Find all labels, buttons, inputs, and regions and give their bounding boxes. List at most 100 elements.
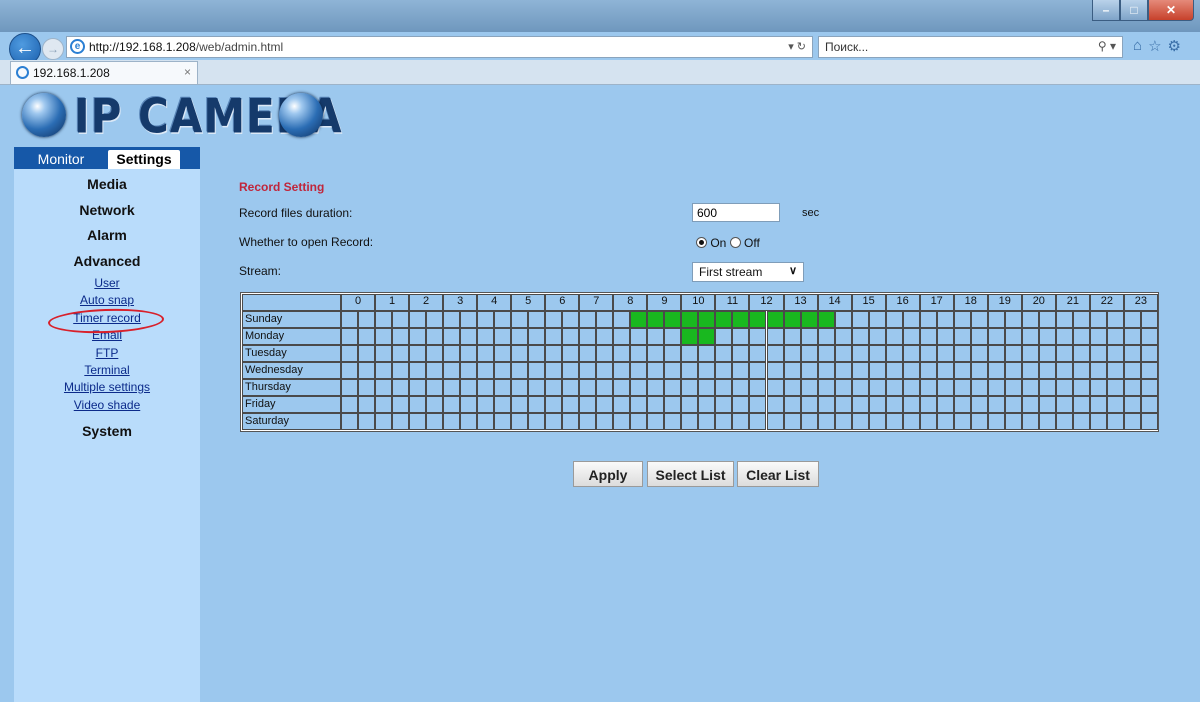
hour-header[interactable]: 10	[681, 294, 716, 311]
schedule-slot[interactable]	[647, 413, 665, 430]
schedule-slot[interactable]	[579, 413, 597, 430]
schedule-slot[interactable]	[834, 396, 852, 413]
schedule-slot[interactable]	[953, 311, 971, 328]
schedule-slot[interactable]	[987, 379, 1005, 396]
schedule-slot[interactable]	[766, 328, 784, 345]
schedule-slot[interactable]	[613, 328, 631, 345]
nav-system[interactable]: System	[14, 423, 200, 439]
schedule-slot[interactable]	[1004, 396, 1022, 413]
nav-alarm[interactable]: Alarm	[14, 227, 200, 243]
schedule-slot[interactable]	[392, 311, 410, 328]
schedule-slot[interactable]	[749, 379, 767, 396]
schedule-slot[interactable]	[511, 396, 529, 413]
hour-header[interactable]: 18	[953, 294, 988, 311]
url-text[interactable]: http://192.168.1.208/web/admin.html	[89, 40, 283, 54]
schedule-slot[interactable]	[749, 328, 767, 345]
schedule-slot[interactable]	[579, 362, 597, 379]
schedule-slot[interactable]	[511, 362, 529, 379]
nav-network[interactable]: Network	[14, 202, 200, 218]
schedule-slot[interactable]	[800, 413, 818, 430]
schedule-slot[interactable]	[528, 396, 546, 413]
schedule-slot[interactable]	[885, 345, 903, 362]
schedule-slot[interactable]	[1021, 311, 1039, 328]
hour-header[interactable]: 16	[885, 294, 920, 311]
schedule-slot[interactable]	[783, 345, 801, 362]
schedule-slot[interactable]	[868, 311, 886, 328]
schedule-slot[interactable]	[630, 328, 648, 345]
schedule-slot[interactable]	[409, 379, 427, 396]
schedule-slot[interactable]	[953, 362, 971, 379]
schedule-slot[interactable]	[732, 396, 750, 413]
schedule-slot[interactable]	[766, 311, 784, 328]
schedule-slot[interactable]	[613, 396, 631, 413]
schedule-slot[interactable]	[647, 362, 665, 379]
schedule-slot[interactable]	[987, 362, 1005, 379]
schedule-slot[interactable]	[1140, 362, 1158, 379]
schedule-slot[interactable]	[494, 396, 512, 413]
schedule-slot[interactable]	[596, 379, 614, 396]
hour-header[interactable]: 13	[783, 294, 818, 311]
schedule-slot[interactable]	[630, 396, 648, 413]
schedule-slot[interactable]	[579, 328, 597, 345]
forward-arrow-icon[interactable]: →	[42, 38, 64, 60]
hour-header[interactable]: 1	[375, 294, 410, 311]
schedule-slot[interactable]	[460, 362, 478, 379]
schedule-slot[interactable]	[681, 345, 699, 362]
hour-header[interactable]: 12	[749, 294, 784, 311]
schedule-slot[interactable]	[970, 413, 988, 430]
schedule-slot[interactable]	[494, 328, 512, 345]
schedule-slot[interactable]	[715, 345, 733, 362]
schedule-slot[interactable]	[919, 345, 937, 362]
schedule-slot[interactable]	[919, 379, 937, 396]
schedule-slot[interactable]	[970, 396, 988, 413]
schedule-slot[interactable]	[698, 311, 716, 328]
schedule-slot[interactable]	[885, 379, 903, 396]
schedule-slot[interactable]	[375, 345, 393, 362]
schedule-slot[interactable]	[1021, 379, 1039, 396]
schedule-slot[interactable]	[800, 345, 818, 362]
schedule-slot[interactable]	[664, 345, 682, 362]
schedule-slot[interactable]	[902, 311, 920, 328]
schedule-slot[interactable]	[545, 379, 563, 396]
schedule-slot[interactable]	[698, 396, 716, 413]
schedule-slot[interactable]	[851, 328, 869, 345]
schedule-slot[interactable]	[987, 328, 1005, 345]
schedule-slot[interactable]	[392, 328, 410, 345]
hour-header[interactable]: 2	[409, 294, 444, 311]
schedule-slot[interactable]	[817, 396, 835, 413]
schedule-slot[interactable]	[919, 413, 937, 430]
schedule-slot[interactable]	[596, 311, 614, 328]
schedule-slot[interactable]	[1123, 413, 1141, 430]
hour-header[interactable]: 4	[477, 294, 512, 311]
schedule-slot[interactable]	[1004, 328, 1022, 345]
schedule-slot[interactable]	[715, 362, 733, 379]
schedule-slot[interactable]	[936, 345, 954, 362]
gear-icon[interactable]: ⚙	[1168, 37, 1181, 55]
schedule-slot[interactable]	[528, 311, 546, 328]
schedule-slot[interactable]	[817, 328, 835, 345]
schedule-slot[interactable]	[579, 311, 597, 328]
schedule-slot[interactable]	[341, 362, 359, 379]
schedule-slot[interactable]	[885, 413, 903, 430]
schedule-slot[interactable]	[1038, 345, 1056, 362]
schedule-slot[interactable]	[1140, 413, 1158, 430]
schedule-slot[interactable]	[783, 328, 801, 345]
schedule-slot[interactable]	[630, 311, 648, 328]
schedule-slot[interactable]	[919, 328, 937, 345]
schedule-slot[interactable]	[868, 328, 886, 345]
schedule-slot[interactable]	[392, 345, 410, 362]
search-input[interactable]: Поиск... ⚲ ▾	[818, 36, 1123, 58]
schedule-slot[interactable]	[902, 345, 920, 362]
schedule-slot[interactable]	[936, 396, 954, 413]
schedule-slot[interactable]	[817, 413, 835, 430]
schedule-slot[interactable]	[426, 362, 444, 379]
schedule-slot[interactable]	[1038, 396, 1056, 413]
schedule-slot[interactable]	[1004, 345, 1022, 362]
schedule-slot[interactable]	[1140, 379, 1158, 396]
schedule-slot[interactable]	[1106, 345, 1124, 362]
nav-media[interactable]: Media	[14, 176, 200, 192]
schedule-slot[interactable]	[885, 396, 903, 413]
select-list-button[interactable]: Select List	[647, 461, 734, 487]
schedule-slot[interactable]	[443, 362, 461, 379]
close-icon[interactable]: ✕	[1148, 0, 1194, 21]
